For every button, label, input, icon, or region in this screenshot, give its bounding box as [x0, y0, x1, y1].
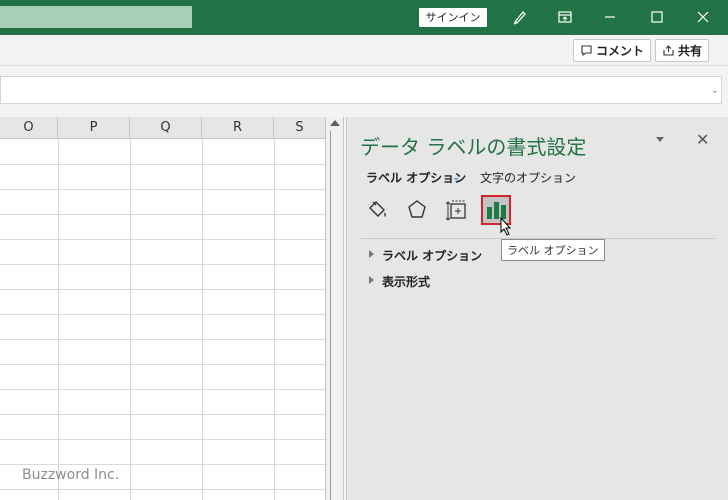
close-pane-icon[interactable]: ✕: [696, 130, 709, 149]
scroll-track: [330, 131, 331, 500]
formula-input[interactable]: ⌄: [0, 76, 722, 104]
close-window-icon[interactable]: [691, 6, 715, 28]
format-data-labels-pane: データ ラベルの書式設定 ✕ ラベル オプション ⌄ 文字のオプション ラベル …: [346, 117, 728, 500]
column-header-o[interactable]: O: [0, 117, 58, 139]
tooltip: ラベル オプション: [501, 239, 605, 261]
spreadsheet-grid[interactable]: O P Q R S: [0, 117, 326, 500]
gridline: [0, 189, 325, 190]
gridline: [0, 214, 325, 215]
fill-line-icon[interactable]: [362, 195, 392, 225]
gridline: [0, 164, 325, 165]
gridline: [0, 364, 325, 365]
effects-icon[interactable]: [402, 195, 432, 225]
gridline: [0, 489, 325, 490]
maximize-icon[interactable]: [645, 6, 669, 28]
share-icon: [663, 45, 674, 56]
scroll-up-icon[interactable]: [330, 120, 340, 126]
pen-icon[interactable]: [508, 6, 532, 28]
column-header-p[interactable]: P: [58, 117, 130, 139]
gridline: [0, 264, 325, 265]
share-label: 共有: [678, 44, 703, 58]
share-button[interactable]: 共有: [655, 39, 710, 62]
formula-bar: ⌄: [0, 66, 728, 117]
tab-text-options[interactable]: 文字のオプション: [480, 169, 576, 186]
chevron-down-icon[interactable]: ⌄: [711, 85, 719, 96]
title-field: [0, 6, 192, 28]
column-header-s[interactable]: S: [274, 117, 325, 139]
gridline: [0, 464, 325, 465]
comment-button[interactable]: コメント: [573, 39, 652, 62]
comment-label: コメント: [596, 44, 645, 58]
expand-triangle-icon[interactable]: [369, 250, 374, 258]
gridline: [0, 339, 325, 340]
pane-title: データ ラベルの書式設定: [360, 135, 587, 159]
gridline: [130, 139, 131, 500]
gridline: [274, 139, 275, 500]
expand-triangle-icon[interactable]: [369, 276, 374, 284]
mouse-cursor-icon: [500, 217, 512, 236]
size-properties-icon[interactable]: [442, 195, 472, 225]
gridline: [0, 414, 325, 415]
chevron-down-icon[interactable]: ⌄: [452, 172, 460, 183]
gridline: [202, 139, 203, 500]
gridline: [0, 314, 325, 315]
title-bar: サインイン: [0, 0, 728, 35]
column-header-q[interactable]: Q: [130, 117, 202, 139]
ribbon: コメント 共有: [0, 35, 728, 66]
gridline: [0, 239, 325, 240]
gridline: [0, 439, 325, 440]
gridline: [0, 389, 325, 390]
gridline: [0, 289, 325, 290]
ribbon-display-icon[interactable]: [553, 6, 577, 28]
gridline: [58, 139, 59, 500]
minimize-icon[interactable]: [598, 6, 622, 28]
vertical-scrollbar[interactable]: [327, 117, 344, 500]
comment-icon: [581, 45, 592, 57]
section-label-options[interactable]: ラベル オプション: [382, 247, 482, 264]
section-number-format[interactable]: 表示形式: [382, 273, 430, 290]
column-header-r[interactable]: R: [202, 117, 274, 139]
signin-button[interactable]: サインイン: [419, 8, 487, 27]
watermark: Buzzword Inc.: [22, 467, 120, 483]
pane-options-dropdown-icon[interactable]: [656, 137, 664, 142]
